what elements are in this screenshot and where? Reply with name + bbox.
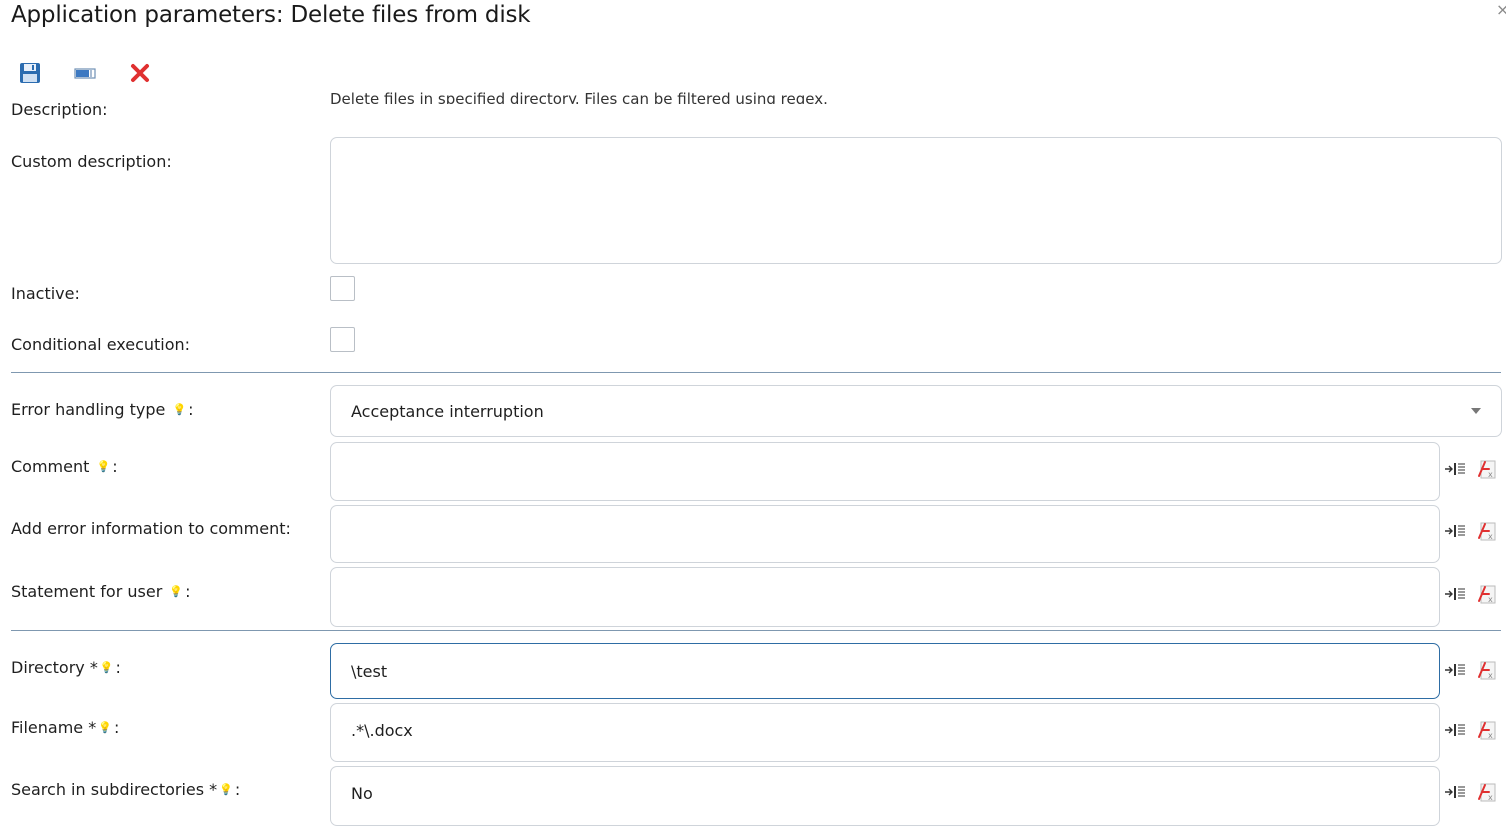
insert-variable-icon[interactable]	[1444, 781, 1466, 803]
hint-bulb-icon[interactable]: 💡	[98, 721, 112, 734]
error-handling-type-select[interactable]: Acceptance interruption	[330, 385, 1502, 437]
hint-bulb-icon[interactable]: 💡	[219, 783, 233, 796]
label-colon: :	[113, 718, 120, 737]
formula-icon[interactable]: x	[1475, 719, 1497, 741]
insert-variable-icon[interactable]	[1444, 583, 1466, 605]
inactive-checkbox[interactable]	[330, 276, 355, 301]
error-handling-type-label-text: Error handling type	[11, 400, 166, 419]
inactive-label: Inactive:	[11, 284, 80, 303]
conditional-execution-label: Conditional execution:	[11, 335, 191, 354]
insert-variable-icon[interactable]	[1444, 458, 1466, 480]
cancel-icon	[131, 64, 149, 82]
directory-label-text: Directory *	[11, 658, 98, 677]
section-divider	[11, 630, 1501, 631]
insert-variable-icon[interactable]	[1444, 719, 1466, 741]
insert-variable-icon[interactable]	[1444, 520, 1466, 542]
filename-input[interactable]: .*\.docx	[330, 703, 1440, 762]
formula-icon[interactable]: x	[1475, 520, 1497, 542]
insert-variable-icon[interactable]	[1444, 659, 1466, 681]
statement-for-user-input[interactable]	[330, 567, 1440, 627]
svg-text:x: x	[1488, 731, 1493, 740]
search-subdirectories-value: No	[351, 784, 373, 803]
comment-label-text: Comment	[11, 457, 90, 476]
filename-value: .*\.docx	[351, 721, 413, 740]
save-button[interactable]	[18, 61, 42, 85]
label-colon: :	[188, 400, 194, 419]
formula-icon[interactable]: x	[1475, 781, 1497, 803]
label-colon: :	[115, 658, 121, 677]
svg-text:x: x	[1488, 532, 1493, 541]
description-value-container: Delete files in specified directory. Fil…	[330, 88, 1230, 104]
statement-for-user-label-text: Statement for user	[11, 582, 163, 601]
window-mode-button[interactable]	[73, 61, 97, 85]
hint-bulb-icon[interactable]: 💡	[100, 661, 114, 674]
filename-label-text: Filename *	[11, 718, 97, 737]
search-subdirectories-label-text: Search in subdirectories *	[11, 780, 218, 799]
conditional-execution-checkbox[interactable]	[330, 327, 355, 352]
add-error-info-input[interactable]	[330, 505, 1440, 563]
hint-bulb-icon[interactable]: 💡	[172, 403, 186, 416]
label-colon: :	[234, 780, 241, 799]
cancel-button[interactable]	[128, 61, 152, 85]
add-error-info-label: Add error information to comment:	[11, 519, 291, 538]
statement-for-user-label: Statement for user 💡:	[11, 582, 190, 601]
close-icon[interactable]: ×	[1496, 0, 1506, 19]
save-icon	[20, 63, 40, 83]
search-subdirectories-label: Search in subdirectories * 💡:	[11, 780, 240, 799]
directory-input[interactable]: \test	[330, 643, 1440, 699]
error-handling-type-label: Error handling type 💡:	[11, 400, 194, 419]
formula-icon[interactable]: x	[1475, 583, 1497, 605]
hint-bulb-icon[interactable]: 💡	[169, 585, 183, 598]
directory-value: \test	[351, 662, 388, 681]
directory-label: Directory * 💡:	[11, 658, 121, 677]
formula-icon[interactable]: x	[1475, 458, 1497, 480]
chevron-down-icon	[1471, 408, 1481, 414]
label-colon: :	[112, 457, 118, 476]
custom-description-label: Custom description:	[11, 152, 172, 171]
comment-input[interactable]	[330, 442, 1440, 501]
search-subdirectories-input[interactable]: No	[330, 766, 1440, 826]
dialog-title: Application parameters: Delete files fro…	[11, 2, 531, 28]
comment-label: Comment 💡:	[11, 457, 118, 476]
svg-text:x: x	[1488, 671, 1493, 680]
hint-bulb-icon[interactable]: 💡	[96, 460, 110, 473]
svg-text:x: x	[1488, 470, 1493, 479]
error-handling-type-value: Acceptance interruption	[351, 402, 544, 421]
filename-label: Filename * 💡:	[11, 718, 119, 737]
section-divider	[11, 372, 1501, 373]
custom-description-textarea[interactable]	[330, 137, 1502, 264]
svg-text:x: x	[1488, 595, 1493, 604]
window-icon	[74, 68, 96, 79]
svg-text:x: x	[1488, 793, 1493, 802]
description-label: Description:	[11, 100, 108, 119]
label-colon: :	[185, 582, 191, 601]
description-value: Delete files in specified directory. Fil…	[330, 90, 828, 104]
formula-icon[interactable]: x	[1475, 659, 1497, 681]
